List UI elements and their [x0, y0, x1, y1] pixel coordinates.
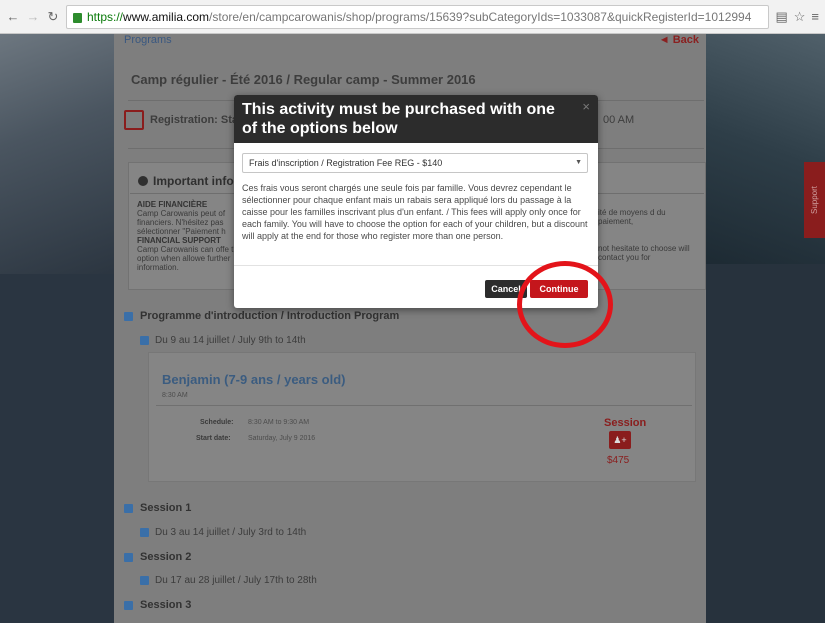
- sub-session-2[interactable]: Du 17 au 28 juillet / July 17th to 28th: [140, 575, 317, 586]
- camp-title: Camp régulier - Été 2016 / Regular camp …: [131, 72, 476, 87]
- info-title: Important info: [153, 174, 234, 188]
- boat-image-left: [0, 34, 122, 274]
- info-text-fr: Camp Carowanis peut of financiers. N'hés…: [137, 209, 226, 236]
- section-label: Session 3: [140, 599, 192, 611]
- start-date-value: Saturday, July 9 2016: [248, 435, 316, 442]
- info-heading-en: FINANCIAL SUPPORT: [137, 236, 221, 245]
- start-date-label: Start date:: [196, 435, 231, 442]
- add-to-cart-button[interactable]: ♟+: [609, 431, 631, 449]
- session-price: $475: [607, 455, 630, 466]
- sub-session-1[interactable]: Du 3 au 14 juillet / July 3rd to 14th: [140, 527, 306, 538]
- section-3[interactable]: Session 3: [124, 599, 191, 611]
- schedule-value: 8:30 AM to 9:30 AM: [248, 419, 310, 426]
- section-2[interactable]: Session 2: [124, 551, 191, 563]
- info-text-en: Camp Carowanis can offe that option when…: [137, 245, 245, 272]
- address-bar[interactable]: https://www.amilia.com/store/en/campcaro…: [66, 4, 770, 29]
- info-body-right: ité de moyens d du paiement, not hesitat…: [598, 208, 702, 262]
- schedule-label: Schedule:: [200, 419, 234, 426]
- section-label: Programme d'introduction / Introduction …: [140, 310, 400, 322]
- sub-label: Du 3 au 14 juillet / July 3rd to 14th: [155, 527, 307, 538]
- checkbox-icon[interactable]: [124, 552, 133, 562]
- info-text-right-fr: ité de moyens d du paiement,: [598, 208, 666, 226]
- background-left: [0, 274, 122, 623]
- background-right: [703, 264, 825, 623]
- info-body-left: AIDE FINANCIÈRE Camp Carowanis peut of f…: [137, 200, 247, 272]
- section-1[interactable]: Session 1: [124, 502, 191, 514]
- checkbox-icon[interactable]: [140, 336, 149, 345]
- registration-label: Registration: Start: [150, 114, 246, 126]
- session-label: Session: [604, 417, 647, 429]
- activity-title[interactable]: Benjamin (7-9 ans / years old): [162, 372, 346, 387]
- back-label: Back: [672, 34, 699, 46]
- checkbox-icon[interactable]: [124, 503, 133, 513]
- back-link[interactable]: ◄ Back: [659, 34, 699, 46]
- section-label: Session 2: [140, 551, 192, 563]
- url-host: www.amilia.com: [123, 9, 210, 24]
- activity-time: 8:30 AM: [162, 392, 188, 399]
- sub-label: Du 9 au 14 juillet / July 9th to 14th: [155, 335, 306, 346]
- support-tab[interactable]: Support: [804, 162, 825, 238]
- checkbox-icon[interactable]: [124, 600, 133, 610]
- url-path: /store/en/campcarowanis/shop/programs/15…: [209, 9, 752, 24]
- annotation-circle: [517, 261, 613, 348]
- url-scheme: https://: [87, 9, 124, 24]
- section-label: Session 1: [140, 502, 192, 514]
- select-value: Frais d'inscription / Registration Fee R…: [249, 158, 443, 168]
- registration-time: 00 AM: [603, 114, 635, 126]
- modal-header: This activity must be purchased with one…: [234, 95, 598, 143]
- sub-intro[interactable]: Du 9 au 14 juillet / July 9th to 14th: [140, 335, 306, 346]
- checkbox-icon[interactable]: [140, 528, 149, 537]
- close-icon[interactable]: ×: [582, 99, 590, 114]
- programs-link[interactable]: Programs: [124, 34, 172, 46]
- info-icon: [138, 176, 148, 186]
- user-plus-icon: ♟+: [613, 435, 627, 445]
- info-text-right-en: not hesitate to choose will contact you …: [598, 244, 690, 262]
- reload-icon[interactable]: ↻: [46, 9, 60, 24]
- modal-title: This activity must be purchased with one…: [242, 101, 555, 137]
- star-icon[interactable]: ☆: [794, 9, 806, 25]
- important-info-heading: Important info: [138, 174, 234, 188]
- divider: [156, 405, 692, 406]
- lock-icon: [73, 12, 82, 23]
- chevron-down-icon: ▼: [575, 159, 582, 166]
- browser-toolbar: ← → ↻ https://www.amilia.com/store/en/ca…: [0, 0, 825, 34]
- checkbox-icon[interactable]: [124, 311, 133, 321]
- checkbox-icon[interactable]: [140, 576, 149, 585]
- translate-icon[interactable]: ▤: [775, 9, 787, 25]
- registration-fee-select[interactable]: Frais d'inscription / Registration Fee R…: [242, 153, 588, 173]
- modal-description: Ces frais vous seront chargés une seule …: [242, 183, 588, 241]
- section-intro[interactable]: Programme d'introduction / Introduction …: [124, 310, 399, 322]
- edit-icon: [124, 110, 144, 130]
- forward-arrow-icon[interactable]: →: [26, 9, 40, 24]
- info-heading-fr: AIDE FINANCIÈRE: [137, 200, 208, 209]
- sub-label: Du 17 au 28 juillet / July 17th to 28th: [155, 575, 317, 586]
- back-arrow-icon[interactable]: ←: [6, 9, 20, 24]
- menu-icon[interactable]: ≡: [811, 9, 819, 25]
